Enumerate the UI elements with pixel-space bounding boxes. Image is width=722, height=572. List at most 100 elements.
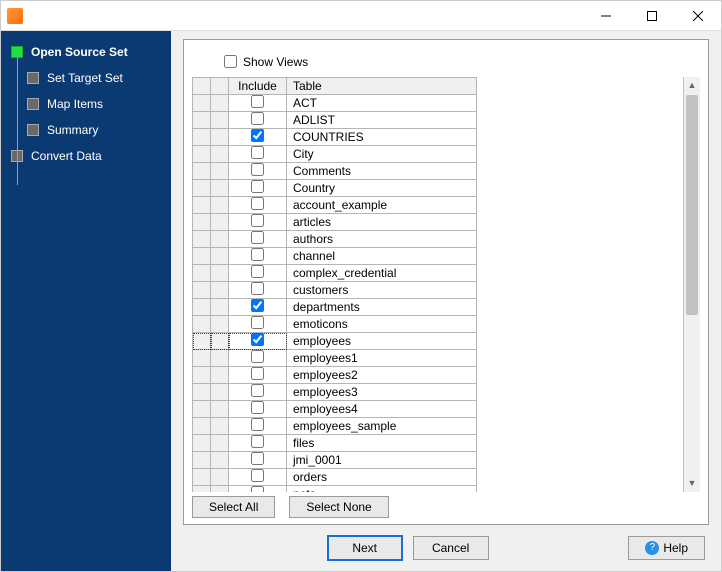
wizard-step[interactable]: Open Source Set <box>7 39 165 65</box>
table-row[interactable]: customers <box>193 282 477 299</box>
include-checkbox[interactable] <box>251 367 264 380</box>
table-row[interactable]: Country <box>193 180 477 197</box>
select-none-button[interactable]: Select None <box>289 496 388 518</box>
wizard-step[interactable]: Map Items <box>23 91 165 117</box>
table-name-cell[interactable]: pets <box>287 486 477 493</box>
include-cell[interactable] <box>229 163 287 180</box>
table-name-cell[interactable]: employees1 <box>287 350 477 367</box>
include-checkbox[interactable] <box>251 112 264 125</box>
row-header[interactable] <box>211 248 229 265</box>
include-cell[interactable] <box>229 384 287 401</box>
table-name-cell[interactable]: customers <box>287 282 477 299</box>
next-button[interactable]: Next <box>327 535 403 561</box>
include-checkbox[interactable] <box>251 401 264 414</box>
row-header[interactable] <box>211 180 229 197</box>
show-views-checkbox[interactable] <box>224 55 237 68</box>
column-header-include[interactable]: Include <box>229 78 287 95</box>
include-checkbox[interactable] <box>251 197 264 210</box>
include-cell[interactable] <box>229 435 287 452</box>
table-row[interactable]: employees2 <box>193 367 477 384</box>
table-row[interactable]: Comments <box>193 163 477 180</box>
include-checkbox[interactable] <box>251 486 264 492</box>
row-header[interactable] <box>211 265 229 282</box>
table-row[interactable]: channel <box>193 248 477 265</box>
row-header[interactable] <box>211 418 229 435</box>
wizard-step[interactable]: Summary <box>23 117 165 143</box>
row-header[interactable] <box>193 469 211 486</box>
row-header[interactable] <box>211 452 229 469</box>
include-cell[interactable] <box>229 299 287 316</box>
include-checkbox[interactable] <box>251 452 264 465</box>
row-header[interactable] <box>193 401 211 418</box>
row-header[interactable] <box>193 299 211 316</box>
include-checkbox[interactable] <box>251 146 264 159</box>
include-checkbox[interactable] <box>251 316 264 329</box>
include-checkbox[interactable] <box>251 333 264 346</box>
include-checkbox[interactable] <box>251 214 264 227</box>
scroll-up-arrow[interactable]: ▲ <box>684 77 700 94</box>
table-row[interactable]: account_example <box>193 197 477 214</box>
table-name-cell[interactable]: articles <box>287 214 477 231</box>
row-header[interactable] <box>211 350 229 367</box>
include-cell[interactable] <box>229 333 287 350</box>
include-cell[interactable] <box>229 112 287 129</box>
include-cell[interactable] <box>229 180 287 197</box>
row-header[interactable] <box>193 163 211 180</box>
row-header[interactable] <box>193 316 211 333</box>
table-row[interactable]: jmi_0001 <box>193 452 477 469</box>
row-header[interactable] <box>193 146 211 163</box>
include-checkbox[interactable] <box>251 163 264 176</box>
table-name-cell[interactable]: orders <box>287 469 477 486</box>
row-header[interactable] <box>193 112 211 129</box>
table-row[interactable]: authors <box>193 231 477 248</box>
row-header[interactable] <box>193 95 211 112</box>
row-header[interactable] <box>193 367 211 384</box>
table-row[interactable]: departments <box>193 299 477 316</box>
close-button[interactable] <box>675 1 721 31</box>
table-name-cell[interactable]: account_example <box>287 197 477 214</box>
table-name-cell[interactable]: employees_sample <box>287 418 477 435</box>
include-cell[interactable] <box>229 401 287 418</box>
row-header[interactable] <box>211 282 229 299</box>
include-cell[interactable] <box>229 95 287 112</box>
help-button[interactable]: ? Help <box>628 536 705 560</box>
cancel-button[interactable]: Cancel <box>413 536 489 560</box>
table-row[interactable]: ACT <box>193 95 477 112</box>
include-checkbox[interactable] <box>251 384 264 397</box>
table-row[interactable]: employees <box>193 333 477 350</box>
include-checkbox[interactable] <box>251 282 264 295</box>
column-header-table[interactable]: Table <box>287 78 477 95</box>
row-header[interactable] <box>193 248 211 265</box>
row-header[interactable] <box>211 214 229 231</box>
include-cell[interactable] <box>229 350 287 367</box>
include-checkbox[interactable] <box>251 231 264 244</box>
table-row[interactable]: employees4 <box>193 401 477 418</box>
row-header[interactable] <box>211 435 229 452</box>
table-name-cell[interactable]: ACT <box>287 95 477 112</box>
row-header[interactable] <box>211 384 229 401</box>
table-row[interactable]: COUNTRIES <box>193 129 477 146</box>
include-cell[interactable] <box>229 452 287 469</box>
table-name-cell[interactable]: channel <box>287 248 477 265</box>
include-cell[interactable] <box>229 265 287 282</box>
include-cell[interactable] <box>229 316 287 333</box>
include-cell[interactable] <box>229 214 287 231</box>
table-name-cell[interactable]: ADLIST <box>287 112 477 129</box>
select-all-button[interactable]: Select All <box>192 496 275 518</box>
include-checkbox[interactable] <box>251 350 264 363</box>
row-header[interactable] <box>211 112 229 129</box>
table-name-cell[interactable]: departments <box>287 299 477 316</box>
include-cell[interactable] <box>229 469 287 486</box>
include-checkbox[interactable] <box>251 248 264 261</box>
table-row[interactable]: emoticons <box>193 316 477 333</box>
minimize-button[interactable] <box>583 1 629 31</box>
include-checkbox[interactable] <box>251 180 264 193</box>
show-views-label[interactable]: Show Views <box>243 55 308 69</box>
row-header[interactable] <box>211 231 229 248</box>
wizard-step[interactable]: Set Target Set <box>23 65 165 91</box>
row-header[interactable] <box>193 418 211 435</box>
table-name-cell[interactable]: authors <box>287 231 477 248</box>
table-row[interactable]: orders <box>193 469 477 486</box>
row-header[interactable] <box>193 197 211 214</box>
row-header[interactable] <box>193 435 211 452</box>
